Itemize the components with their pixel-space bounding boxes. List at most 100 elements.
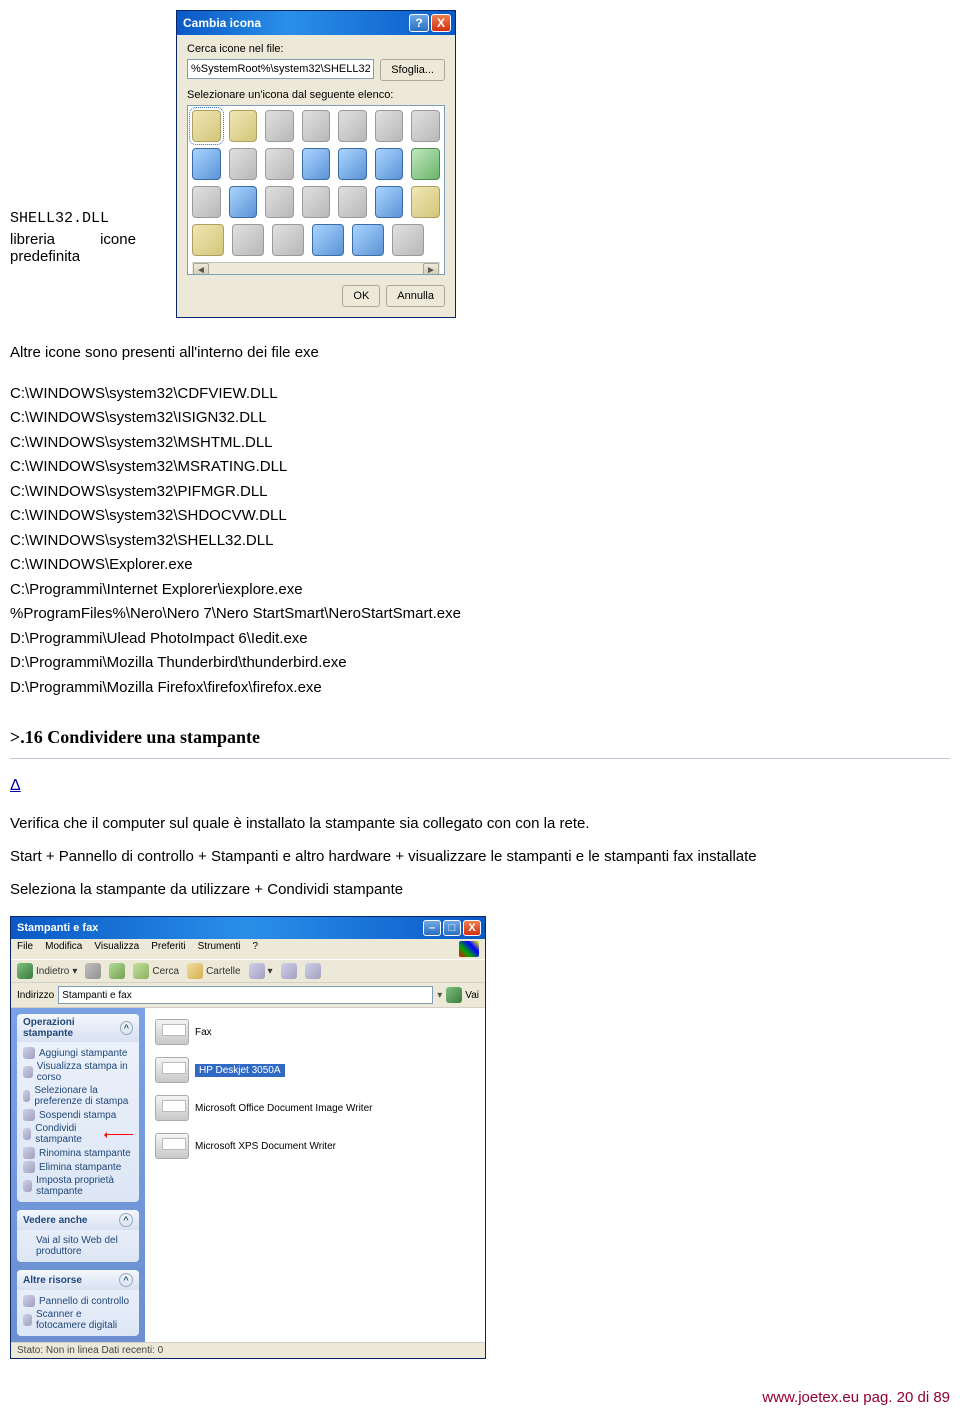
sidebar-op-item[interactable]: Visualizza stampa in corso	[23, 1060, 133, 1084]
op-icon	[23, 1161, 35, 1173]
collapse-icon[interactable]: ^	[119, 1213, 133, 1227]
printer-item[interactable]: Fax	[153, 1016, 477, 1048]
computer-icon[interactable]	[229, 148, 258, 180]
cancel-button[interactable]: Annulla	[386, 285, 445, 307]
printer-icon	[155, 1095, 189, 1121]
close-button[interactable]: X	[431, 14, 451, 32]
menu-edit[interactable]: Modifica	[45, 941, 82, 957]
sidebar-other-item[interactable]: Scanner e fotocamere digitali	[23, 1308, 133, 1332]
sidebar-op-item[interactable]: Condividi stampante	[23, 1122, 133, 1146]
up-button[interactable]	[109, 963, 125, 979]
scroll-right-icon[interactable]: ►	[423, 263, 439, 275]
printer-icon[interactable]	[338, 110, 367, 142]
close-window-button[interactable]: X	[463, 920, 481, 936]
cdrom-icon[interactable]	[302, 186, 331, 218]
panel-icon[interactable]	[312, 224, 344, 256]
go-button[interactable]: Vai	[446, 987, 479, 1003]
save-icon[interactable]	[229, 186, 258, 218]
file-path: C:\WINDOWS\system32\CDFVIEW.DLL	[10, 383, 950, 406]
monitor-icon[interactable]	[375, 148, 404, 180]
views-button[interactable]: ▾	[249, 963, 273, 979]
folder-icon[interactable]	[229, 110, 258, 142]
dialog-title: Cambia icona	[183, 16, 261, 30]
sidebar-other-item[interactable]: Pannello di controllo	[23, 1294, 133, 1308]
network-icon[interactable]	[338, 148, 367, 180]
help2-icon[interactable]	[392, 224, 424, 256]
file-path: C:\WINDOWS\system32\PIFMGR.DLL	[10, 481, 950, 504]
file-path: D:\Programmi\Ulead PhotoImpact 6\Iedit.e…	[10, 628, 950, 651]
file-path: C:\WINDOWS\system32\MSRATING.DLL	[10, 456, 950, 479]
horizontal-scrollbar[interactable]: ◄ ►	[192, 262, 440, 275]
printer-ops-panel: Operazioni stampante^ Aggiungi stampante…	[17, 1014, 139, 1202]
check-icon[interactable]	[411, 148, 440, 180]
search-button[interactable]: Cerca	[133, 963, 179, 979]
printer-label: Fax	[195, 1027, 212, 1038]
menu-favorites[interactable]: Preferiti	[151, 941, 185, 957]
file-icon[interactable]	[192, 110, 221, 142]
gear-icon[interactable]	[272, 224, 304, 256]
address-input[interactable]	[58, 986, 433, 1004]
openfolder-icon[interactable]	[192, 224, 224, 256]
chip-icon[interactable]	[302, 110, 331, 142]
printer-item[interactable]: HP Deskjet 3050A	[153, 1054, 477, 1086]
file-path: %ProgramFiles%\Nero\Nero 7\Nero StartSma…	[10, 603, 950, 626]
window-titlebar[interactable]: Stampanti e fax – □ X	[11, 917, 485, 939]
printer-item[interactable]: Microsoft Office Document Image Writer	[153, 1092, 477, 1124]
shell32-label: SHELL32.DLL	[10, 210, 176, 227]
delta-link[interactable]: Δ	[10, 777, 21, 795]
extra2-button[interactable]	[305, 963, 321, 979]
red-arrow-icon	[106, 1134, 133, 1135]
dialog-titlebar[interactable]: Cambia icona ? X	[177, 11, 455, 35]
netdrive-icon[interactable]	[338, 186, 367, 218]
scroll-left-icon[interactable]: ◄	[193, 263, 209, 275]
sidebar-op-item[interactable]: Selezionare la preferenze di stampa	[23, 1084, 133, 1108]
menu-file[interactable]: File	[17, 941, 33, 957]
status-bar: Stato: Non in linea Dati recenti: 0	[11, 1342, 485, 1358]
floppy-icon[interactable]	[375, 110, 404, 142]
globe-icon[interactable]	[302, 148, 331, 180]
extra1-button[interactable]	[281, 963, 297, 979]
collapse-icon[interactable]: ^	[119, 1273, 133, 1287]
hdd-icon[interactable]	[265, 186, 294, 218]
maximize-button[interactable]: □	[443, 920, 461, 936]
note-icon[interactable]	[192, 148, 221, 180]
printer-item[interactable]: Microsoft XPS Document Writer	[153, 1130, 477, 1162]
op-icon	[23, 1109, 35, 1121]
sidebar-op-item[interactable]: Sospendi stampa	[23, 1108, 133, 1122]
sidebar-seealso-item[interactable]: Vai al sito Web del produttore	[23, 1234, 133, 1258]
select-label: Selezionare un'icona dal seguente elenco…	[187, 89, 445, 101]
help-button[interactable]: ?	[409, 14, 429, 32]
res-icon	[23, 1314, 32, 1326]
zip-icon[interactable]	[192, 186, 221, 218]
sidebar-op-item[interactable]: Elimina stampante	[23, 1160, 133, 1174]
ok-button[interactable]: OK	[342, 285, 380, 307]
calendar-icon[interactable]	[352, 224, 384, 256]
file-path: D:\Programmi\Mozilla Thunderbird\thunder…	[10, 652, 950, 675]
icon-path-input[interactable]	[187, 59, 374, 79]
disk-icon[interactable]	[265, 110, 294, 142]
see-also-title: Vedere anche	[23, 1215, 87, 1226]
menu-help[interactable]: ?	[252, 941, 258, 957]
search2-icon[interactable]	[375, 186, 404, 218]
drive-icon[interactable]	[411, 110, 440, 142]
file-path: C:\WINDOWS\system32\ISIGN32.DLL	[10, 407, 950, 430]
sidebar-op-item[interactable]: Aggiungi stampante	[23, 1046, 133, 1060]
sidebar-op-item[interactable]: Imposta proprietà stampante	[23, 1174, 133, 1198]
cd-icon[interactable]	[265, 148, 294, 180]
menu-tools[interactable]: Strumenti	[198, 941, 241, 957]
file-path: C:\Programmi\Internet Explorer\iexplore.…	[10, 579, 950, 602]
forward-button[interactable]	[85, 963, 101, 979]
folders-button[interactable]: Cartelle	[187, 963, 240, 979]
disk2-icon[interactable]	[232, 224, 264, 256]
menu-view[interactable]: Visualizza	[94, 941, 139, 957]
minimize-button[interactable]: –	[423, 920, 441, 936]
back-button[interactable]: Indietro ▾	[17, 963, 77, 979]
search-icon	[133, 963, 149, 979]
menu-bar: File Modifica Visualizza Preferiti Strum…	[11, 939, 485, 959]
sidebar-op-item[interactable]: Rinomina stampante	[23, 1146, 133, 1160]
browse-button[interactable]: Sfoglia...	[380, 59, 445, 81]
collapse-icon[interactable]: ^	[120, 1021, 133, 1035]
icon-grid[interactable]: ◄ ►	[187, 105, 445, 275]
folder2-icon[interactable]	[411, 186, 440, 218]
back-icon	[17, 963, 33, 979]
